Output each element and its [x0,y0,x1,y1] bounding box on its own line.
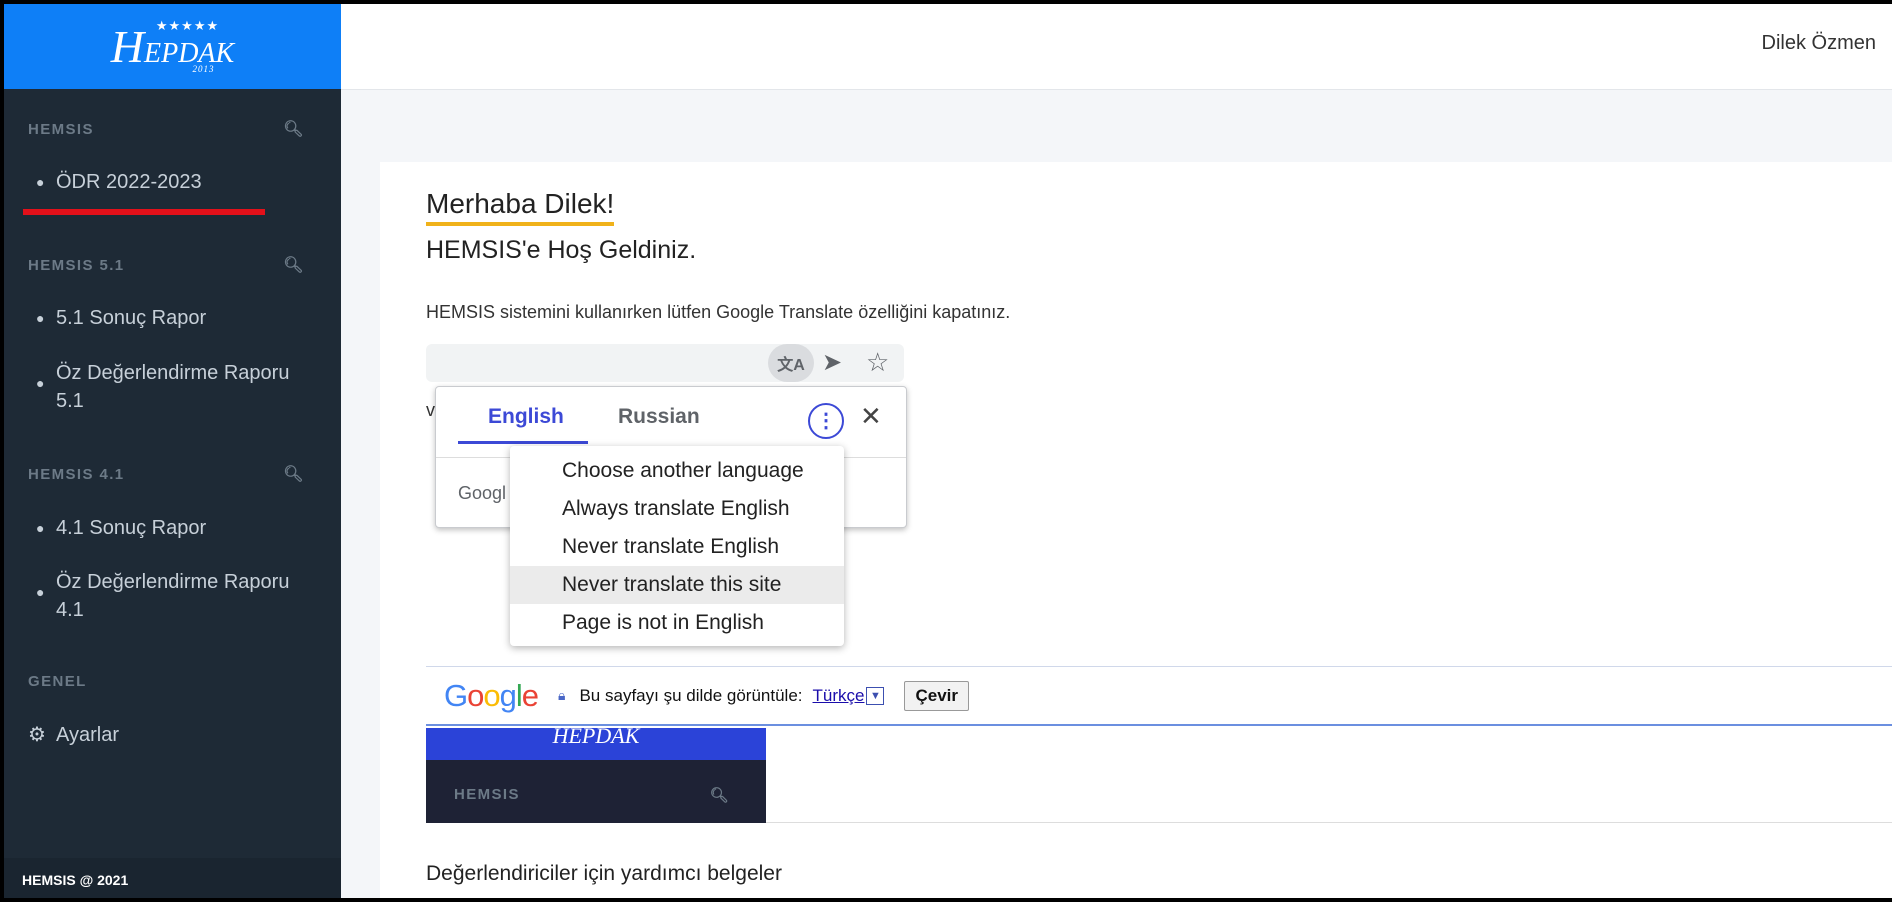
user-menu[interactable]: Dilek Özmen [1762,32,1876,55]
browser-address-bar-illustration: 文A ➤ ☆ [426,344,904,382]
logo-year: 2013 [192,63,215,74]
sidebar-item-ayarlar[interactable]: ⚙ Ayarlar [28,721,311,749]
gear-icon: ⚙ [28,724,46,746]
search-icon: 🔍︎ [709,787,730,804]
red-highlight-mark [23,209,265,215]
menu-item-choose-language: Choose another language [562,459,804,482]
section-hemsis-51-header: HEMSIS 5.1 🔍︎ [28,255,305,275]
logo-wordmark: HEPDAK [110,20,235,72]
search-icon[interactable]: 🔍︎ [283,119,305,139]
translate-prompt: Bu sayfayı şu dilde görüntüle: [579,685,803,705]
menu-item-never-translate-lang: Never translate English [562,535,780,558]
bullet-icon: ● [36,520,45,536]
sidebar-item-51-sonuc-rapor[interactable]: ● 5.1 Sonuç Rapor [36,304,311,332]
section-hemsis-header: HEMSIS 🔍︎ [28,119,305,139]
greeting-heading: Merhaba Dilek! [426,188,615,226]
tab-russian: Russian [618,405,700,428]
translate-icon: 文A [768,344,814,382]
sidebar-item-oz-degerlendirme-41[interactable]: ● Öz Değerlendirme Raporu 4.1 [36,568,311,624]
chevron-down-icon[interactable]: ▼ [866,686,885,705]
section-hemsis-41-header: HEMSIS 4.1 🔍︎ [28,464,305,484]
google-logo: Google [444,677,539,713]
language-link[interactable]: Türkçe [813,686,865,706]
close-icon: ✕ [860,401,882,431]
mini-logo: HEPDAK [426,728,766,760]
welcome-heading: HEMSIS'e Hoş Geldiniz. [426,236,697,264]
sidebar-footer: HEMSIS @ 2021 [4,858,341,898]
google-cut-text: Googl [458,483,507,503]
clipped-text: v [426,400,435,420]
sidebar: ★★★★★ HEPDAK 2013 HEMSIS 🔍︎ ● ÖDR 2022-20… [4,4,341,898]
app-window: ★★★★★ HEPDAK 2013 HEMSIS 🔍︎ ● ÖDR 2022-20… [4,4,1892,898]
translate-options-menu: Choose another language Always translate… [510,446,844,646]
menu-item-never-translate-site: Never translate this site [510,566,844,604]
menu-item-always-translate: Always translate English [562,497,790,520]
bullet-icon: ● [36,584,45,600]
mini-sidebar-illustration: HEPDAK HEMSIS 🔍︎ [426,728,766,823]
search-icon[interactable]: 🔍︎ [283,255,305,275]
section-genel-header: GENEL [28,673,87,690]
menu-item-not-english: Page is not in English [562,611,764,634]
lock-icon: 🔒︎ [558,687,566,703]
google-translate-bar: Google 🔒︎ Bu sayfayı şu dilde görüntüle:… [426,666,1892,726]
divider [766,822,1892,823]
sidebar-item-oz-degerlendirme-51[interactable]: ● Öz Değerlendirme Raporu 5.1 [36,359,311,415]
sidebar-item-odr-2022-2023[interactable]: ● ÖDR 2022-2023 [36,168,311,196]
translate-instruction: HEMSIS sistemini kullanırken lütfen Goog… [426,302,1011,322]
welcome-card: Merhaba Dilek! HEMSIS'e Hoş Geldiniz. HE… [380,162,1892,898]
star-icon: ☆ [866,347,890,377]
send-icon: ➤ [822,349,843,376]
logo-stars: ★★★★★ [155,17,220,33]
hepdak-logo[interactable]: ★★★★★ HEPDAK 2013 [4,4,341,89]
translate-button[interactable]: Çevir [904,680,969,711]
mini-section-header: HEMSIS 🔍︎ [454,786,730,804]
tab-english: English [488,405,564,428]
sidebar-item-41-sonuc-rapor[interactable]: ● 4.1 Sonuç Rapor [36,514,311,542]
bullet-icon: ● [36,375,45,391]
top-bar: Dilek Özmen [341,4,1892,90]
docs-heading: Değerlendiriciler için yardımcı belgeler [426,862,782,885]
search-icon[interactable]: 🔍︎ [283,464,305,484]
bullet-icon: ● [36,310,45,326]
bullet-icon: ● [36,174,45,190]
active-tab-underline [458,441,588,444]
more-options-icon: ⋮ [808,403,844,439]
